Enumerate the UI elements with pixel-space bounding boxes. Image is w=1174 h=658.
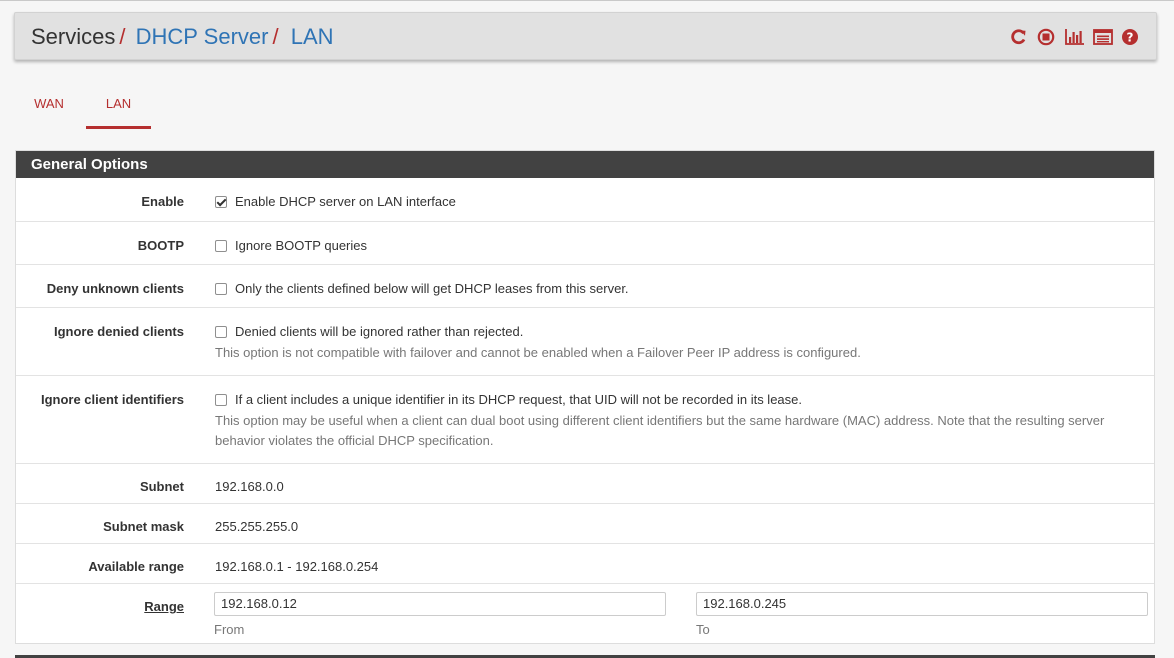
panel-title: General Options bbox=[16, 151, 1154, 178]
breadcrumb-dhcp-server-link[interactable]: DHCP Server bbox=[136, 24, 269, 49]
enable-label: Enable bbox=[141, 194, 184, 209]
tab-wan[interactable]: WAN bbox=[14, 86, 84, 129]
breadcrumb-services: Services bbox=[31, 24, 116, 49]
deny-unknown-text: Only the clients defined below will get … bbox=[235, 281, 629, 296]
deny-unknown-label: Deny unknown clients bbox=[46, 281, 184, 296]
subnet-value: 192.168.0.0 bbox=[215, 479, 284, 494]
ignore-client-ids-label: Ignore client identifiers bbox=[40, 392, 184, 407]
restart-service-icon[interactable] bbox=[1009, 28, 1028, 46]
breadcrumb-lan-link[interactable]: LAN bbox=[291, 24, 334, 49]
log-list-icon[interactable] bbox=[1093, 28, 1113, 46]
ignore-denied-row: Ignore denied clients Denied clients wil… bbox=[16, 307, 1154, 375]
range-to-caption: To bbox=[696, 622, 710, 637]
bootp-label: BOOTP bbox=[137, 238, 184, 253]
subnet-mask-value: 255.255.255.0 bbox=[215, 519, 299, 534]
subnet-label: Subnet bbox=[139, 479, 184, 494]
range-from-caption: From bbox=[214, 622, 245, 637]
ignore-client-ids-text: If a client includes a unique identifier… bbox=[235, 392, 802, 407]
breadcrumb-separator: / bbox=[272, 24, 279, 49]
deny-unknown-row: Deny unknown clients Only the clients de… bbox=[16, 264, 1154, 307]
general-options-panel: General Options Enable Enable DHCP serve… bbox=[15, 150, 1155, 644]
enable-text: Enable DHCP server on LAN interface bbox=[235, 194, 456, 209]
bootp-checkbox[interactable] bbox=[215, 240, 227, 252]
stop-service-icon[interactable] bbox=[1037, 28, 1056, 46]
ignore-client-ids-checkbox[interactable] bbox=[215, 394, 227, 406]
svg-text:?: ? bbox=[1127, 30, 1134, 44]
available-range-value: 192.168.0.1 - 192.168.0.254 bbox=[215, 559, 379, 574]
deny-unknown-checkbox[interactable] bbox=[215, 283, 227, 295]
ignore-denied-checkbox[interactable] bbox=[215, 326, 227, 338]
enable-checkbox[interactable] bbox=[215, 196, 227, 208]
available-range-label: Available range bbox=[88, 559, 184, 574]
subnet-row: Subnet 192.168.0.0 bbox=[16, 463, 1154, 503]
breadcrumb: Services / DHCP Server / LAN ? bbox=[14, 12, 1157, 60]
enable-row: Enable Enable DHCP server on LAN interfa… bbox=[16, 178, 1154, 221]
status-chart-icon[interactable] bbox=[1065, 28, 1084, 46]
range-row: Range 192.168.0.12 From 192.168.0.245 To bbox=[16, 583, 1154, 644]
available-range-row: Available range 192.168.0.1 - 192.168.0.… bbox=[16, 543, 1154, 583]
subnet-mask-row: Subnet mask 255.255.255.0 bbox=[16, 503, 1154, 543]
top-border bbox=[0, 0, 1174, 1]
bootp-row: BOOTP Ignore BOOTP queries bbox=[16, 221, 1154, 264]
ignore-denied-text: Denied clients will be ignored rather th… bbox=[235, 324, 524, 339]
ignore-client-ids-help: This option may be useful when a client … bbox=[215, 413, 1105, 448]
subnet-mask-label: Subnet mask bbox=[103, 519, 184, 534]
tab-lan[interactable]: LAN bbox=[86, 86, 151, 129]
ignore-denied-help: This option is not compatible with failo… bbox=[215, 345, 861, 360]
range-label-link[interactable]: Range bbox=[16, 599, 184, 614]
range-to-input[interactable]: 192.168.0.245 bbox=[696, 592, 1148, 616]
help-icon[interactable]: ? bbox=[1121, 28, 1140, 46]
ignore-client-ids-row: Ignore client identifiers If a client in… bbox=[16, 375, 1154, 463]
breadcrumb-separator: / bbox=[119, 24, 126, 49]
ignore-denied-label: Ignore denied clients bbox=[53, 324, 184, 339]
bootp-text: Ignore BOOTP queries bbox=[235, 238, 367, 253]
range-from-input[interactable]: 192.168.0.12 bbox=[214, 592, 666, 616]
